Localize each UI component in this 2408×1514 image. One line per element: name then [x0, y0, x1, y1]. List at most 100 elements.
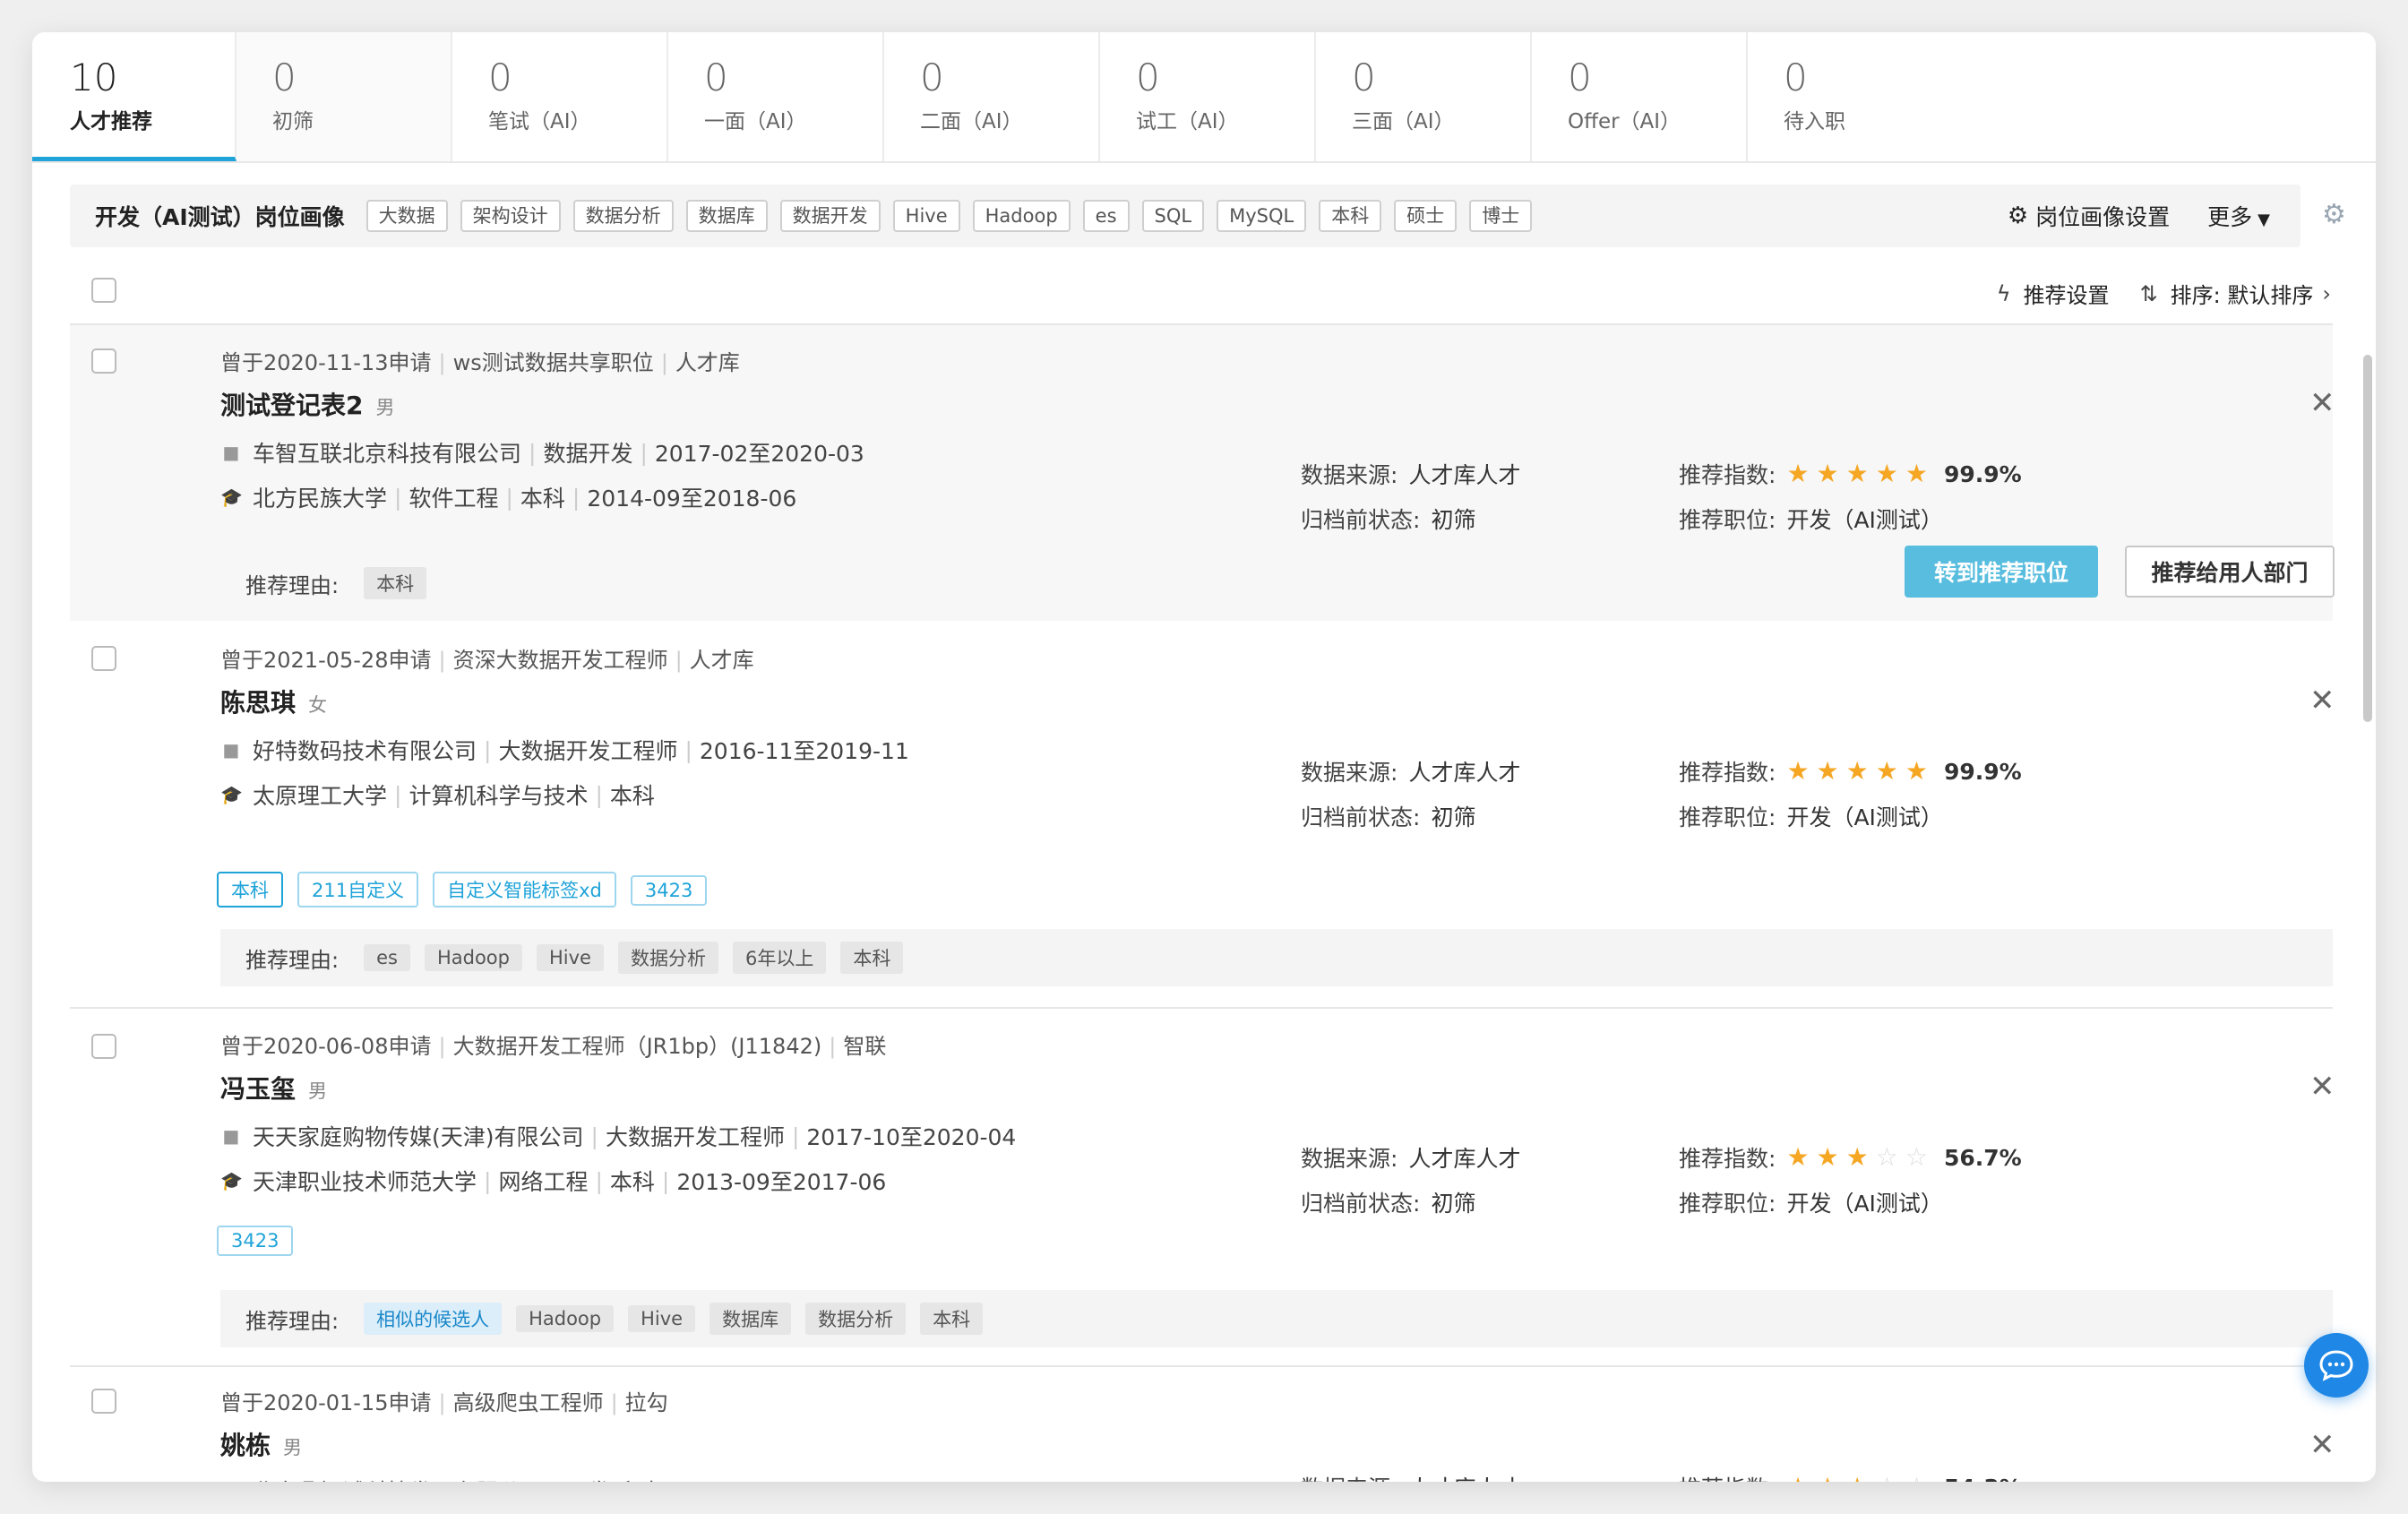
reason-tag-similar-candidate[interactable]: 相似的候选人	[364, 1303, 503, 1335]
candidate-card[interactable]: 曾于2020-11-13申请 | ws测试数据共享职位 | 人才库 测试登记表2 男 ■ …	[70, 325, 2335, 621]
candidate-name[interactable]: 冯玉玺男	[220, 1070, 327, 1105]
data-source-value: 人才库人才	[1408, 1146, 1521, 1172]
applied-position[interactable]: 高级爬虫工程师	[453, 1390, 604, 1415]
reason-tag: 数据库	[710, 1303, 792, 1335]
candidate-name[interactable]: 测试登记表2 男	[220, 386, 394, 422]
star-empty-icon: ☆	[1905, 1142, 1928, 1172]
tab-count: 0	[488, 56, 512, 99]
candidate-tag[interactable]: 211自定义	[297, 872, 419, 908]
star-filled-icon: ★	[1786, 1475, 1809, 1483]
recommend-index-label: 推荐指数:	[1679, 1146, 1776, 1172]
study-period: 2014-09至2018-06	[587, 486, 797, 512]
apply-date: 曾于2020-01-15申请	[220, 1390, 432, 1415]
star-filled-icon: ★	[1786, 756, 1810, 786]
candidate-card[interactable]: 曾于2020-01-15申请|高级爬虫工程师|拉勾 姚栋男 ■ 北京鼎智诚科技发…	[70, 1367, 2333, 1482]
recommend-settings-button[interactable]: ϟ 推荐设置	[1997, 278, 2110, 309]
candidate-checkbox[interactable]	[91, 646, 116, 671]
data-source-label: 数据来源:	[1301, 760, 1398, 786]
candidate-name[interactable]: 陈思琪女	[220, 684, 327, 719]
portrait-tag: 硕士	[1394, 200, 1458, 232]
applied-position[interactable]: ws测试数据共享职位	[453, 350, 654, 375]
graduation-cap-icon: 🎓	[220, 784, 243, 805]
recommend-position-label: 推荐职位:	[1679, 804, 1776, 830]
reason-tag: 数据分析	[805, 1303, 907, 1335]
tab-count: 0	[1568, 56, 1592, 99]
tab-first-interview[interactable]: 0 一面（AI）	[668, 32, 884, 161]
tab-offer[interactable]: 0 Offer（AI）	[1532, 32, 1748, 161]
data-source: 数据来源: 人才库人才	[1301, 755, 1520, 787]
candidate-checkbox[interactable]	[91, 1034, 116, 1059]
reason-tag: Hadoop	[424, 944, 522, 971]
star-rating: ★ ★ ★ ★ ★	[1786, 759, 1935, 784]
candidate-card[interactable]: 曾于2020-06-08申请 | 大数据开发工程师（JR1bp）(J11842) | 智…	[70, 1009, 2335, 1367]
candidate-checkbox[interactable]	[91, 348, 116, 374]
data-source-value: 人才库人才	[1408, 760, 1521, 786]
candidate-checkbox[interactable]	[91, 1389, 116, 1414]
candidate-name[interactable]: 姚栋男	[220, 1426, 302, 1462]
scrollbar-thumb[interactable]	[2363, 355, 2372, 722]
close-icon[interactable]: ✕	[2309, 685, 2335, 716]
more-dropdown[interactable]: 更多 ▼	[2207, 200, 2270, 232]
name-text: 陈思琪	[220, 688, 297, 718]
data-source: 数据来源: 人才库人才	[1301, 458, 1520, 490]
tab-written-test[interactable]: 0 笔试（AI）	[452, 32, 668, 161]
gender-label: 女	[308, 694, 328, 716]
tab-pending-onboard[interactable]: 0 待入职	[1748, 32, 2376, 161]
portrait-tag: 架构设计	[460, 200, 561, 232]
tab-label: 初筛	[272, 110, 314, 133]
tab-third-interview[interactable]: 0 三面（AI）	[1316, 32, 1532, 161]
candidate-tag[interactable]: 本科	[217, 872, 283, 908]
applied-position[interactable]: 资深大数据开发工程师	[453, 648, 668, 673]
close-icon[interactable]: ✕	[2309, 1071, 2335, 1102]
tab-talent-recommend[interactable]: 10 人才推荐	[32, 32, 236, 161]
star-filled-icon: ★	[1786, 1142, 1810, 1172]
recommend-to-dept-button[interactable]: 推荐给用人部门	[2125, 546, 2335, 598]
data-source-label: 数据来源:	[1301, 1471, 1398, 1482]
apply-date: 曾于2020-06-08申请	[220, 1034, 432, 1059]
applied-position[interactable]: 大数据开发工程师（JR1bp）(J11842)	[453, 1034, 822, 1059]
portrait-tag: 数据库	[685, 200, 768, 232]
reason-tag: 本科	[920, 1303, 984, 1335]
sort-dropdown[interactable]: ⇅ 排序: 默认排序 ›	[2140, 278, 2331, 309]
chat-support-button[interactable]	[2304, 1333, 2369, 1398]
candidate-tag[interactable]: 3423	[630, 875, 708, 906]
portrait-settings-button[interactable]: ⚙ 岗位画像设置	[2008, 200, 2170, 232]
reason-tag: Hive	[628, 1305, 696, 1332]
archive-status-value: 初筛	[1431, 1191, 1476, 1217]
star-filled-icon: ★	[1816, 756, 1839, 786]
candidate-tag[interactable]: 自定义智能标签xd	[433, 872, 616, 908]
portrait-tag: MySQL	[1217, 200, 1307, 232]
apply-date: 曾于2021-05-28申请	[220, 648, 432, 673]
close-icon[interactable]: ✕	[2309, 1430, 2333, 1460]
tab-trial-work[interactable]: 0 试工（AI）	[1100, 32, 1316, 161]
select-all-checkbox[interactable]	[91, 278, 116, 303]
transfer-to-position-button[interactable]: 转到推荐职位	[1905, 546, 2098, 598]
star-filled-icon: ★	[1817, 1475, 1839, 1483]
recommend-position: 推荐职位: 开发（AI测试）	[1679, 503, 1943, 535]
star-filled-icon: ★	[1816, 1142, 1839, 1172]
more-label: 更多	[2207, 204, 2253, 230]
close-icon[interactable]: ✕	[2309, 388, 2335, 418]
candidate-tag[interactable]: 3423	[217, 1226, 294, 1256]
education: 🎓 天津职业技术师范大学 | 网络工程 | 本科 | 2013-09至2017-06	[220, 1165, 886, 1197]
tab-count: 0	[920, 56, 944, 99]
tab-label: 待入职	[1784, 110, 1845, 133]
recommend-index: 推荐指数: ★ ★ ★ ★ ★ 99.9%	[1679, 458, 2022, 490]
tab-initial-screen[interactable]: 0 初筛	[236, 32, 452, 161]
recommend-position: 推荐职位: 开发（AI测试）	[1679, 800, 1943, 832]
portrait-tag: 数据开发	[779, 200, 881, 232]
candidate-card[interactable]: 曾于2021-05-28申请 | 资深大数据开发工程师 | 人才库 陈思琪女 ■ 好特数…	[70, 623, 2335, 1008]
work-period: 2017-06至2019-10	[684, 1475, 894, 1482]
tab-second-interview[interactable]: 0 二面（AI）	[884, 32, 1100, 161]
application-meta: 曾于2021-05-28申请 | 资深大数据开发工程师 | 人才库	[220, 648, 754, 673]
major: 网络工程	[498, 1169, 589, 1195]
apply-date: 曾于2020-11-13申请	[220, 350, 432, 375]
star-filled-icon: ★	[1845, 1142, 1869, 1172]
portrait-settings-label: 岗位画像设置	[2035, 204, 2171, 230]
star-filled-icon: ★	[1846, 1475, 1869, 1483]
company: 好特数码技术有限公司	[253, 738, 477, 764]
portrait-tag: 本科	[1319, 200, 1382, 232]
education: 🎓 北方民族大学 | 软件工程 | 本科 | 2014-09至2018-06	[220, 481, 796, 513]
gear-icon[interactable]: ⚙	[2322, 199, 2346, 230]
recommend-reasons: 推荐理由: 相似的候选人 Hadoop Hive 数据库 数据分析 本科	[220, 1290, 2333, 1347]
